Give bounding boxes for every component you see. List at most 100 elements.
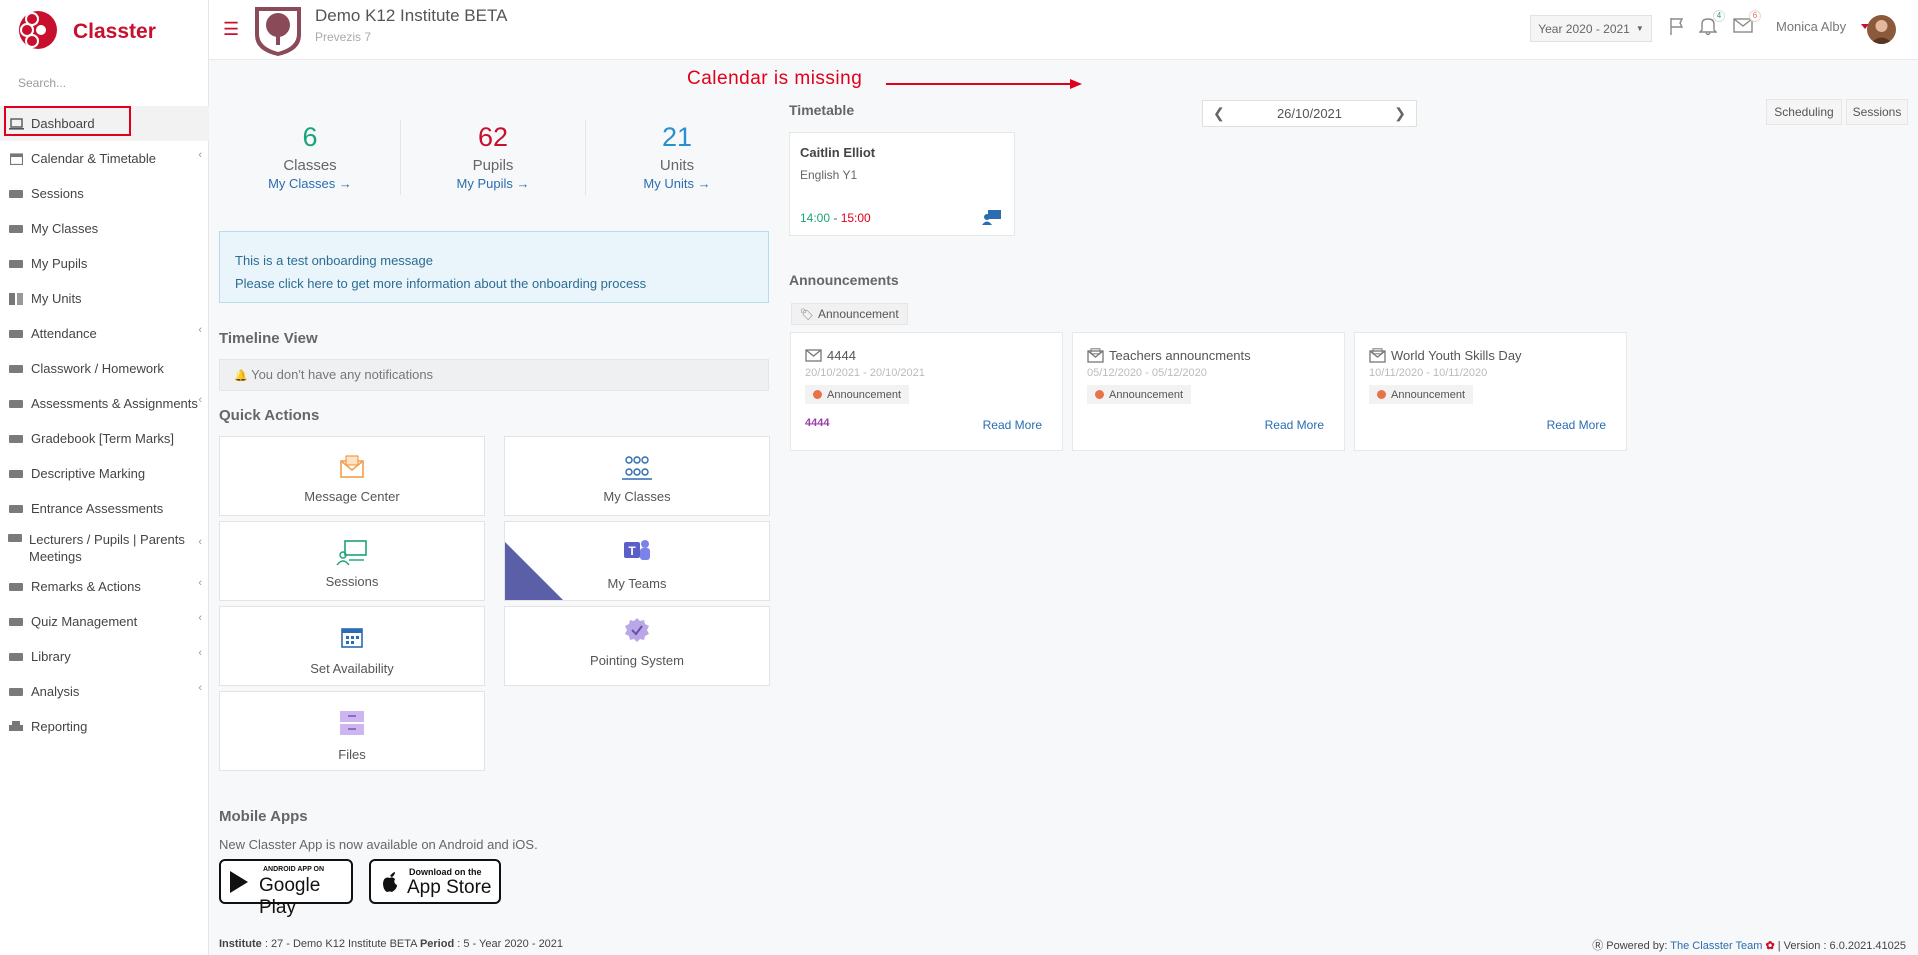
sidebar-item-label: Gradebook [Term Marks] <box>31 431 175 446</box>
quick-action-pointing-system[interactable]: Pointing System <box>504 606 770 686</box>
printer-icon <box>8 720 24 734</box>
quick-action-message-center[interactable]: Message Center <box>219 436 485 516</box>
announcement-title: World Youth Skills Day <box>1369 348 1612 363</box>
stat-value: 6 <box>302 122 318 152</box>
quick-actions-title: Quick Actions <box>219 407 320 424</box>
annotation-text: Calendar is missing <box>687 68 863 89</box>
stat-link[interactable]: My Classes → <box>220 176 400 191</box>
google-play-small-text: ANDROID APP ON <box>263 866 325 873</box>
sidebar-item-label: My Pupils <box>31 256 88 271</box>
arrow-right-icon: → <box>697 176 711 191</box>
announcement-card[interactable]: 4444 20/10/2021 - 20/10/2021 Announcement 4… <box>790 332 1063 451</box>
stat-link[interactable]: My Units → <box>587 176 767 191</box>
quick-action-my-classes[interactable]: My Classes <box>504 436 770 516</box>
sidebar-item-reporting[interactable]: Reporting <box>0 709 209 744</box>
chevron-left-icon: ‹ <box>198 682 202 694</box>
stat-link[interactable]: My Pupils → <box>403 176 583 191</box>
footer-team-link[interactable]: The Classter Team <box>1670 940 1762 952</box>
sidebar-item-classwork-homework[interactable]: Classwork / Homework <box>0 351 209 386</box>
sidebar-item-dashboard[interactable]: Dashboard <box>0 106 209 141</box>
tab-sessions[interactable]: Sessions <box>1846 99 1908 125</box>
footer-powered-label: Powered by: <box>1606 940 1668 952</box>
year-select-value: Year 2020 - 2021 <box>1538 21 1630 36</box>
classes-group-icon <box>505 455 769 481</box>
google-play-big-text: Google Play <box>259 875 321 918</box>
quick-action-my-teams[interactable]: T My Teams <box>504 521 770 601</box>
sidebar-item-remarks-actions[interactable]: Remarks & Actions ‹ <box>0 569 209 604</box>
sessions-board-icon <box>220 540 484 566</box>
previous-date-icon[interactable]: ❮ <box>1213 105 1225 122</box>
menu-toggle-icon[interactable]: ☰ <box>223 19 239 40</box>
stat-pupils: 62 Pupils My Pupils → <box>403 122 583 191</box>
sidebar-item-label: Library <box>31 649 71 664</box>
session-card[interactable]: Caitlin Elliot English Y1 14:00 - 15:00 <box>789 132 1015 236</box>
quick-action-set-availability[interactable]: Set Availability <box>219 606 485 686</box>
chevron-left-icon: ‹ <box>198 577 202 589</box>
date-navigator: ❮ 26/10/2021 ❯ <box>1202 100 1417 127</box>
copyright-icon: Ⓡ <box>1592 940 1604 952</box>
sidebar-item-my-units[interactable]: My Units <box>0 281 209 316</box>
sidebar-item-label: Reporting <box>31 719 88 734</box>
sidebar-item-analysis[interactable]: Analysis ‹ <box>0 674 209 709</box>
sidebar-item-attendance[interactable]: Attendance ‹ <box>0 316 209 351</box>
availability-calendar-icon <box>220 625 484 649</box>
bell-icon: 🔔 <box>234 370 248 382</box>
timeline-title: Timeline View <box>219 330 318 347</box>
announcement-filter[interactable]: 🏷 Announcement <box>791 303 908 325</box>
chevron-left-icon: ‹ <box>198 612 202 624</box>
brand[interactable]: Classter <box>0 0 209 60</box>
flag-icon[interactable] <box>1667 16 1687 36</box>
announcement-tag-label: Announcement <box>827 388 901 401</box>
announcement-card[interactable]: Teachers announcments 05/12/2020 - 05/12/… <box>1072 332 1345 451</box>
sidebar-item-assessments-assignments[interactable]: Assessments & Assignments ‹ <box>0 386 209 421</box>
session-teacher: Caitlin Elliot <box>800 145 876 160</box>
sidebar-item-label: My Units <box>31 291 82 306</box>
onboarding-link[interactable]: Please click here to get more informatio… <box>235 272 753 295</box>
stat-link-label: My Pupils <box>456 176 513 191</box>
announcement-card[interactable]: World Youth Skills Day 10/11/2020 - 10/11… <box>1354 332 1627 451</box>
announcement-tag-label: Announcement <box>1391 388 1465 401</box>
sidebar-item-lecturers-pupils-parents-meetings[interactable]: Lecturers / Pupils | Parents Meetings ‹ <box>0 526 209 569</box>
session-course: English Y1 <box>800 168 858 182</box>
notifications-bell-icon[interactable]: 4 <box>1698 10 1725 39</box>
app-store-button[interactable]: Download on the App Store <box>369 859 501 904</box>
session-end: 15:00 <box>840 211 871 225</box>
quick-action-sessions[interactable]: Sessions <box>219 521 485 601</box>
sidebar-item-my-pupils[interactable]: My Pupils <box>0 246 209 281</box>
status-dot <box>1095 390 1104 399</box>
sidebar-item-gradebook-term-marks[interactable]: Gradebook [Term Marks] <box>0 421 209 456</box>
sidebar-item-quiz-management[interactable]: Quiz Management ‹ <box>0 604 209 639</box>
join-session-icon[interactable] <box>982 209 1002 225</box>
read-more-link[interactable]: Read More <box>983 418 1042 432</box>
footer-institute-value: : 27 - Demo K12 Institute BETA <box>261 938 420 950</box>
avatar[interactable] <box>1867 15 1896 44</box>
sidebar-item-label: Quiz Management <box>31 614 138 629</box>
sidebar-item-calendar-timetable[interactable]: Calendar & Timetable ‹ <box>0 141 209 176</box>
gradebook-icon <box>8 432 24 446</box>
stat-label: Classes <box>283 157 337 174</box>
tab-scheduling[interactable]: Scheduling <box>1766 99 1842 125</box>
quick-action-label: My Teams <box>607 576 667 591</box>
sidebar-item-descriptive-marking[interactable]: Descriptive Marking <box>0 456 209 491</box>
onboarding-text: This is a test onboarding message <box>235 253 433 268</box>
announcement-body: 4444 <box>805 417 830 429</box>
stat-units: 21 Units My Units → <box>587 122 767 191</box>
user-name[interactable]: Monica Alby <box>1776 19 1846 34</box>
sidebar-item-sessions[interactable]: Sessions <box>0 176 209 211</box>
sidebar-item-library[interactable]: Library ‹ <box>0 639 209 674</box>
year-select[interactable]: Year 2020 - 2021 ▼ <box>1530 15 1652 42</box>
mail-icon[interactable]: 6 <box>1733 10 1761 37</box>
quick-action-label: Message Center <box>304 489 400 504</box>
quick-action-files[interactable]: Files <box>219 691 485 771</box>
stat-classes: 6 Classes My Classes → <box>220 122 400 191</box>
announcement-tag: Announcement <box>1087 385 1191 404</box>
sidebar-item-label: Sessions <box>31 186 84 201</box>
next-date-icon[interactable]: ❯ <box>1394 105 1406 122</box>
sidebar-item-entrance-assessments[interactable]: Entrance Assessments <box>0 491 209 526</box>
sidebar-item-my-classes[interactable]: My Classes <box>0 211 209 246</box>
read-more-link[interactable]: Read More <box>1547 418 1606 432</box>
read-more-link[interactable]: Read More <box>1265 418 1324 432</box>
search-input[interactable] <box>18 76 198 90</box>
chevron-left-icon: ‹ <box>198 536 202 548</box>
google-play-button[interactable]: ANDROID APP ON Google Play <box>219 859 353 918</box>
